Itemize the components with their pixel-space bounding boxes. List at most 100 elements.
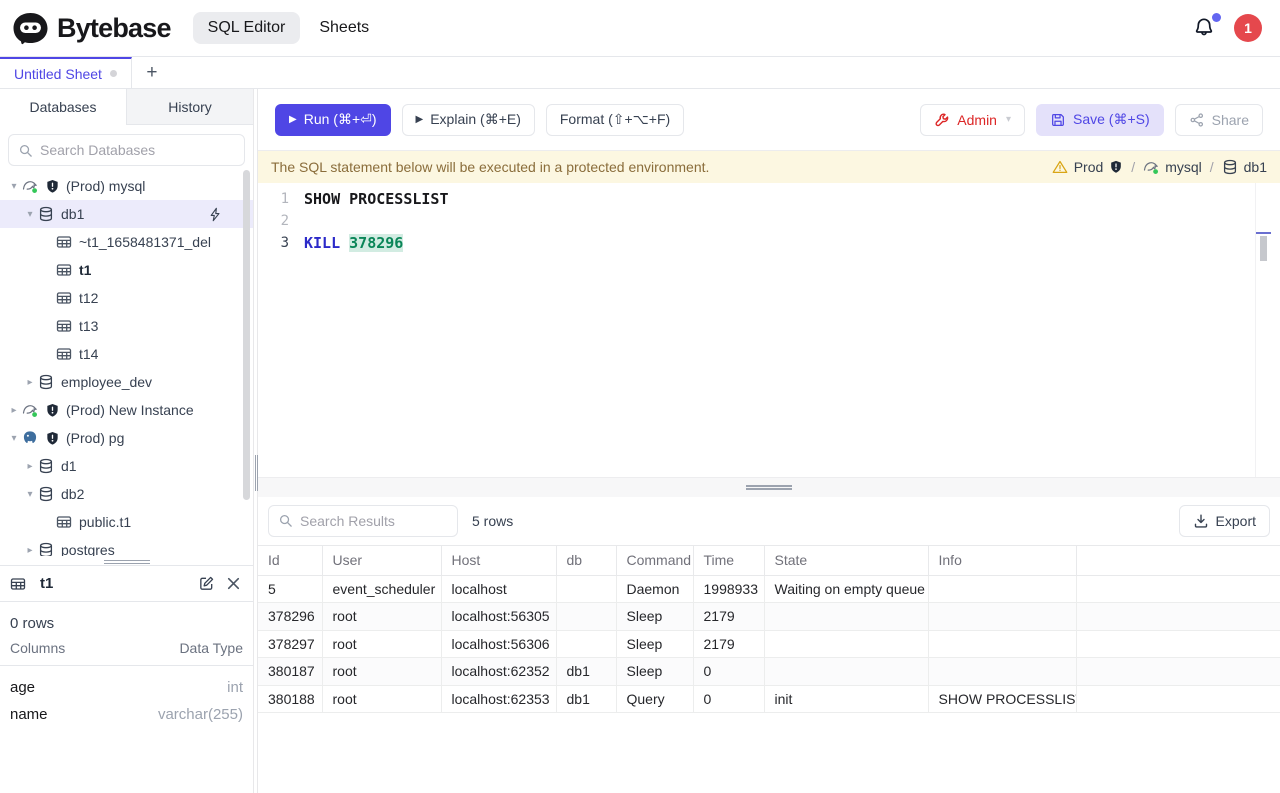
tree-node-db1[interactable]: ▾db1 — [0, 200, 253, 228]
table-cell[interactable] — [764, 603, 928, 631]
table-cell[interactable] — [928, 575, 1076, 603]
table-cell[interactable]: Sleep — [616, 658, 693, 686]
table-cell[interactable] — [764, 630, 928, 658]
export-button[interactable]: Export — [1179, 505, 1270, 537]
table-row[interactable]: 378296rootlocalhost:56305 Sleep2179 — [258, 603, 1280, 631]
table-cell[interactable]: localhost — [441, 575, 556, 603]
code-line[interactable]: 1SHOW PROCESSLIST — [258, 188, 1280, 210]
tree-node--prod-new-instance[interactable]: ▸(Prod) New Instance — [0, 396, 253, 424]
sql-editor[interactable]: 1SHOW PROCESSLIST23KILL 378296 — [258, 183, 1280, 477]
table-cell[interactable]: localhost:56305 — [441, 603, 556, 631]
table-cell[interactable]: db1 — [556, 685, 616, 713]
table-cell[interactable]: Sleep — [616, 630, 693, 658]
table-cell[interactable]: SHOW PROCESSLIST — [928, 685, 1076, 713]
code-line[interactable]: 2 — [258, 210, 1280, 232]
tab-databases[interactable]: Databases — [0, 89, 126, 125]
chevron-down-icon[interactable]: ▾ — [6, 433, 22, 444]
table-cell[interactable]: root — [322, 603, 441, 631]
table-cell[interactable] — [928, 658, 1076, 686]
avatar[interactable]: 1 — [1234, 14, 1262, 42]
tree-node--prod-pg[interactable]: ▾(Prod) pg — [0, 424, 253, 452]
tab-untitled-sheet[interactable]: Untitled Sheet — [0, 57, 132, 88]
table-row[interactable]: 5event_schedulerlocalhost Daemon1998933Wa… — [258, 575, 1280, 603]
table-cell[interactable] — [556, 575, 616, 603]
resize-handle[interactable] — [746, 484, 792, 492]
tree-node-db2[interactable]: ▾db2 — [0, 480, 253, 508]
table-cell[interactable]: localhost:62353 — [441, 685, 556, 713]
tree-node--prod-mysql[interactable]: ▾(Prod) mysql — [0, 172, 253, 200]
share-button[interactable]: Share — [1175, 104, 1263, 136]
table-cell[interactable] — [556, 630, 616, 658]
tree-node-t12[interactable]: t12 — [0, 284, 253, 312]
notification-bell-icon[interactable] — [1192, 15, 1218, 41]
table-cell[interactable]: 5 — [258, 575, 322, 603]
table-cell[interactable]: 2179 — [693, 630, 764, 658]
tree-node-t13[interactable]: t13 — [0, 312, 253, 340]
tree-node-t1[interactable]: t1 — [0, 256, 253, 284]
table-cell[interactable]: 1998933 — [693, 575, 764, 603]
nav-sql-editor[interactable]: SQL Editor — [193, 12, 301, 44]
table-cell[interactable] — [1076, 603, 1280, 631]
database-search-box[interactable] — [8, 134, 245, 166]
table-cell[interactable]: db1 — [556, 658, 616, 686]
chevron-down-icon[interactable]: ▾ — [22, 209, 38, 220]
tree-node--t1-1658481371-del[interactable]: ~t1_1658481371_del — [0, 228, 253, 256]
table-cell[interactable]: Waiting on empty queue — [764, 575, 928, 603]
chevron-down-icon[interactable]: ▾ — [6, 181, 22, 192]
table-cell[interactable]: 378296 — [258, 603, 322, 631]
table-cell[interactable]: 378297 — [258, 630, 322, 658]
chevron-down-icon[interactable]: ▾ — [22, 489, 38, 500]
chevron-right-icon[interactable]: ▸ — [22, 377, 38, 388]
table-cell[interactable] — [1076, 575, 1280, 603]
database-search-input[interactable] — [40, 142, 235, 158]
tree-node-t14[interactable]: t14 — [0, 340, 253, 368]
chevron-right-icon[interactable]: ▸ — [22, 545, 38, 556]
edit-table-icon[interactable] — [196, 574, 216, 594]
table-cell[interactable]: 0 — [693, 685, 764, 713]
code-line[interactable]: 3KILL 378296 — [258, 232, 1280, 254]
run-button[interactable]: ▶ Run (⌘+⏎) — [275, 104, 391, 136]
table-cell[interactable]: Sleep — [616, 603, 693, 631]
tree-node-public-t1[interactable]: public.t1 — [0, 508, 253, 536]
table-cell[interactable] — [928, 630, 1076, 658]
table-cell[interactable]: 0 — [693, 658, 764, 686]
explain-button[interactable]: ▶ Explain (⌘+E) — [402, 104, 535, 136]
chevron-right-icon[interactable]: ▸ — [6, 405, 22, 416]
table-cell[interactable] — [1076, 658, 1280, 686]
table-cell[interactable]: localhost:56306 — [441, 630, 556, 658]
tree-node-d1[interactable]: ▸d1 — [0, 452, 253, 480]
table-cell[interactable] — [764, 658, 928, 686]
table-cell[interactable] — [928, 603, 1076, 631]
add-sheet-button[interactable]: + — [132, 57, 172, 88]
table-row[interactable]: 378297rootlocalhost:56306 Sleep2179 — [258, 630, 1280, 658]
table-cell[interactable]: init — [764, 685, 928, 713]
table-cell[interactable]: root — [322, 630, 441, 658]
table-row[interactable]: 380188rootlocalhost:62353db1Query0initSH… — [258, 685, 1280, 713]
nav-sheets[interactable]: Sheets — [304, 12, 384, 44]
tree-node-postgres[interactable]: ▸postgres — [0, 536, 253, 556]
editor-scrollbar[interactable] — [1260, 236, 1267, 261]
table-cell[interactable]: 380188 — [258, 685, 322, 713]
results-search-box[interactable] — [268, 505, 458, 537]
table-cell[interactable] — [1076, 685, 1280, 713]
table-cell[interactable]: Query — [616, 685, 693, 713]
tree-node-employee-dev[interactable]: ▸employee_dev — [0, 368, 253, 396]
table-cell[interactable] — [1076, 630, 1280, 658]
resize-handle[interactable] — [104, 558, 150, 566]
tree-scrollbar[interactable] — [243, 170, 250, 500]
tab-history[interactable]: History — [126, 89, 253, 125]
table-cell[interactable]: 2179 — [693, 603, 764, 631]
table-cell[interactable]: Daemon — [616, 575, 693, 603]
table-row[interactable]: 380187rootlocalhost:62352db1Sleep0 — [258, 658, 1280, 686]
table-cell[interactable]: root — [322, 658, 441, 686]
table-cell[interactable] — [556, 603, 616, 631]
format-button[interactable]: Format (⇧+⌥+F) — [546, 104, 684, 136]
table-cell[interactable]: event_scheduler — [322, 575, 441, 603]
table-cell[interactable]: 380187 — [258, 658, 322, 686]
table-cell[interactable]: root — [322, 685, 441, 713]
close-icon[interactable] — [223, 574, 243, 594]
table-cell[interactable]: localhost:62352 — [441, 658, 556, 686]
results-search-input[interactable] — [300, 513, 448, 529]
save-button[interactable]: Save (⌘+S) — [1036, 104, 1164, 136]
chevron-right-icon[interactable]: ▸ — [22, 461, 38, 472]
